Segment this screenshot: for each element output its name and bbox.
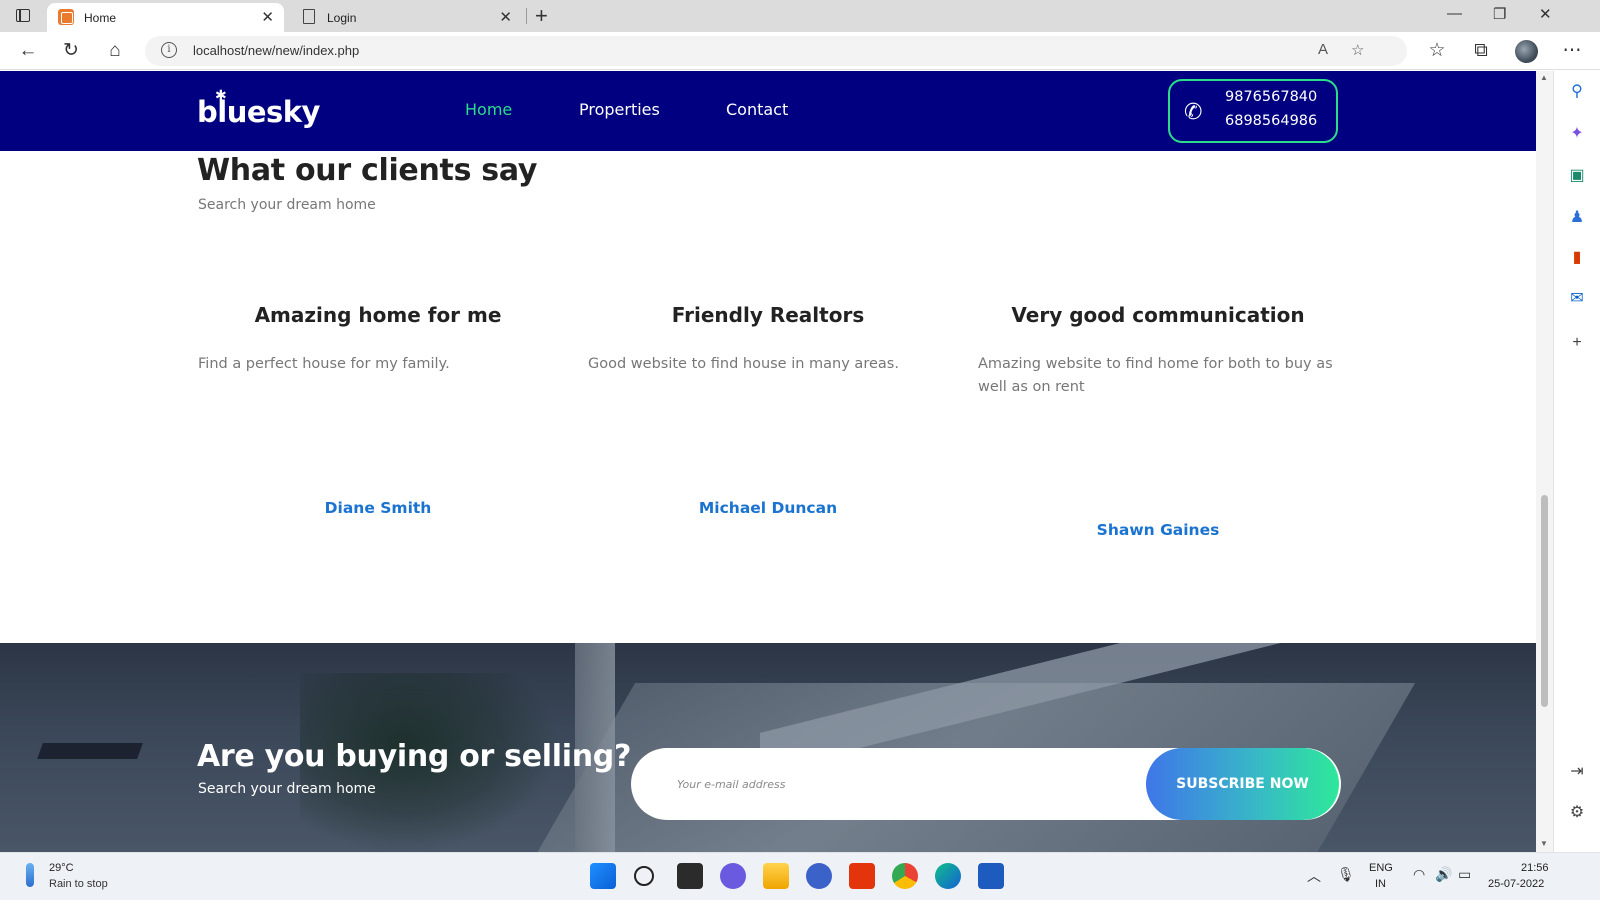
add-icon[interactable]: + (1566, 332, 1588, 354)
scroll-up-icon[interactable]: ▲ (1540, 73, 1548, 82)
testimonial-card: Amazing home for me Find a perfect house… (198, 303, 558, 517)
office-icon[interactable]: ▮ (1566, 247, 1588, 269)
word-icon[interactable] (978, 863, 1004, 889)
scrollbar-thumb[interactable] (1541, 495, 1548, 707)
testimonials-heading: What our clients say (197, 153, 538, 188)
xampp-favicon-icon (58, 9, 74, 25)
testimonial-title: Friendly Realtors (671, 303, 865, 327)
volume-icon[interactable]: 🔊 (1435, 866, 1452, 883)
url-text[interactable]: localhost/new/new/index.php (193, 43, 359, 58)
home-icon[interactable]: ⌂ (102, 38, 128, 64)
hide-sidebar-icon[interactable]: ⇥ (1566, 761, 1588, 783)
discover-icon[interactable]: ✦ (1566, 123, 1588, 145)
weather-icon[interactable] (26, 863, 34, 887)
maximize-button[interactable]: ❐ (1493, 5, 1506, 23)
phone-number-2: 6898564986 (1225, 113, 1318, 129)
language-indicator[interactable]: ENG (1369, 862, 1393, 874)
read-aloud-icon[interactable]: A (1318, 41, 1328, 58)
cta-heading: Are you buying or selling? (197, 739, 632, 774)
tab-login[interactable]: Login ✕ (290, 3, 522, 32)
nav-home-link[interactable]: Home (465, 100, 512, 119)
scroll-down-icon[interactable]: ▼ (1540, 839, 1548, 848)
tab-divider (526, 8, 527, 24)
weather-temperature[interactable]: 29°C (49, 862, 74, 874)
testimonial-author: Shawn Gaines (1096, 521, 1220, 539)
profile-icon[interactable] (1515, 40, 1538, 63)
search-taskbar-icon[interactable] (634, 866, 654, 886)
site-logo[interactable]: bluesky (197, 95, 320, 129)
search-icon[interactable]: ⚲ (1566, 81, 1588, 103)
microphone-icon[interactable]: 🎙 (1337, 866, 1355, 883)
edge-sidebar: ⚲ ✦ ▣ ♟ ▮ ✉ + ⇥ ⚙ (1553, 71, 1600, 852)
phone-icon: ✆ (1184, 99, 1203, 124)
cta-subtitle: Search your dream home (198, 781, 376, 797)
battery-icon[interactable]: ▭ (1458, 866, 1471, 883)
phone-contact-box[interactable]: ✆ 9876567840 6898564986 (1168, 79, 1338, 143)
more-icon[interactable]: ⋯ (1559, 38, 1585, 64)
subscribe-banner: Are you buying or selling? Search your d… (0, 643, 1536, 852)
tools-icon[interactable]: ▣ (1566, 165, 1588, 187)
testimonial-text: Good website to find house in many areas… (588, 356, 899, 372)
testimonial-card: Very good communication Amazing website … (978, 303, 1338, 539)
file-explorer-icon[interactable] (763, 863, 789, 889)
refresh-icon[interactable]: ↻ (58, 38, 84, 64)
close-tab-icon[interactable]: ✕ (261, 8, 274, 26)
testimonial-author: Diane Smith (324, 499, 432, 517)
task-view-icon[interactable] (677, 863, 703, 889)
page-favicon-icon (303, 9, 315, 24)
testimonial-author: Michael Duncan (698, 499, 838, 517)
testimonial-card: Friendly Realtors Good website to find h… (588, 303, 948, 517)
tab-title: Home (84, 11, 117, 25)
browser-tab-bar: Home ✕ Login ✕ + — ❐ ✕ (0, 0, 1600, 32)
testimonial-text: Find a perfect house for my family. (198, 356, 450, 372)
street-lamp-image (37, 743, 143, 759)
nav-contact-link[interactable]: Contact (726, 100, 788, 119)
tab-actions-icon[interactable] (12, 6, 34, 26)
start-icon[interactable] (590, 863, 616, 889)
minimize-button[interactable]: — (1447, 5, 1462, 22)
region-indicator[interactable]: IN (1375, 878, 1386, 890)
phone-number-1: 9876567840 (1225, 89, 1318, 105)
info-icon[interactable]: i (161, 42, 177, 58)
office-app-icon[interactable] (849, 863, 875, 889)
settings-icon[interactable]: ⚙ (1566, 802, 1588, 824)
nav-properties-link[interactable]: Properties (579, 100, 660, 119)
tab-home[interactable]: Home ✕ (47, 3, 284, 32)
close-tab-icon[interactable]: ✕ (499, 8, 512, 26)
clock-date[interactable]: 25-07-2022 (1488, 878, 1544, 890)
testimonials-subtitle: Search your dream home (198, 197, 376, 213)
teams-chat-icon[interactable] (720, 863, 746, 889)
page-viewport: ✱ bluesky Home Properties Contact ✆ 9876… (0, 71, 1536, 852)
edge-icon[interactable] (935, 863, 961, 889)
page-scrollbar[interactable]: ▲ ▼ (1536, 71, 1553, 852)
testimonial-title: Very good communication (1011, 303, 1305, 327)
new-tab-button[interactable]: + (535, 3, 548, 29)
testimonial-text: Amazing website to find home for both to… (978, 356, 1333, 395)
add-favorite-icon[interactable]: ☆ (1351, 41, 1364, 59)
windows-taskbar: 29°C Rain to stop ︿ 🎙 ENG IN ◠ 🔊 ▭ 21:56… (0, 852, 1600, 900)
favorites-icon[interactable]: ☆ (1424, 38, 1450, 64)
games-icon[interactable]: ♟ (1566, 207, 1588, 229)
cortana-icon[interactable] (806, 863, 832, 889)
clock-time[interactable]: 21:56 (1521, 862, 1549, 874)
back-icon[interactable]: ← (15, 38, 41, 64)
address-bar[interactable]: i localhost/new/new/index.php A ☆ (145, 36, 1407, 66)
wifi-icon[interactable]: ◠ (1413, 866, 1425, 883)
tab-title: Login (327, 11, 357, 25)
outlook-icon[interactable]: ✉ (1566, 288, 1588, 310)
show-hidden-icons-icon[interactable]: ︿ (1307, 866, 1321, 886)
chrome-icon[interactable] (892, 863, 918, 889)
close-window-button[interactable]: ✕ (1539, 5, 1552, 23)
browser-toolbar: ← ↻ ⌂ i localhost/new/new/index.php A ☆ … (0, 32, 1600, 70)
collections-icon[interactable]: ⧉ (1468, 38, 1494, 64)
site-navbar: ✱ bluesky Home Properties Contact ✆ 9876… (0, 71, 1536, 151)
weather-description[interactable]: Rain to stop (49, 878, 108, 890)
testimonial-title: Amazing home for me (254, 303, 502, 327)
subscribe-button[interactable]: SUBSCRIBE NOW (1146, 748, 1339, 820)
